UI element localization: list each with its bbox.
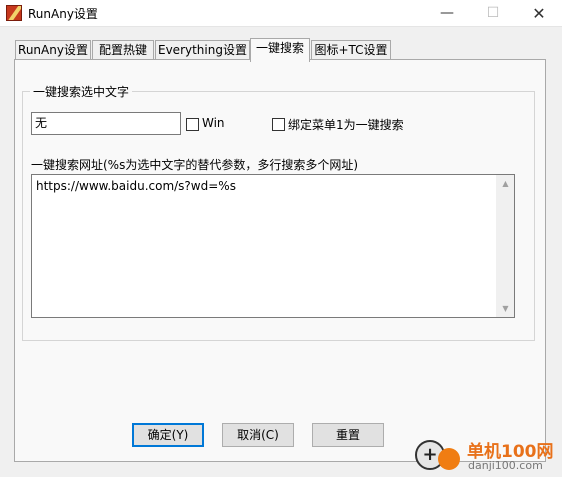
minimize-button[interactable]: — [424, 0, 470, 26]
scroll-down-arrow-icon[interactable]: ▼ [497, 300, 514, 317]
vertical-scrollbar[interactable]: ▲ ▼ [496, 175, 514, 317]
window-title: RunAny设置 [28, 7, 98, 21]
search-url-value: https://www.baidu.com/s?wd=%s [36, 179, 236, 193]
reset-button[interactable]: 重置 [312, 423, 384, 447]
search-url-label: 一键搜索网址(%s为选中文字的替代参数，多行搜索多个网址) [31, 158, 359, 172]
scroll-up-arrow-icon[interactable]: ▲ [497, 175, 514, 192]
close-button[interactable]: ✕ [516, 0, 562, 26]
maximize-button[interactable]: ☐ [470, 0, 516, 26]
win-checkbox[interactable] [186, 118, 199, 131]
cancel-button[interactable]: 取消(C) [222, 423, 294, 447]
tab-icon-tc-settings[interactable]: 图标+TC设置 [311, 40, 391, 60]
win-checkbox-label: Win [202, 116, 225, 130]
watermark: 单机100网 danji100.com [413, 434, 562, 477]
search-url-textarea[interactable]: https://www.baidu.com/s?wd=%s ▲ ▼ [31, 174, 515, 318]
tab-runany-settings[interactable]: RunAny设置 [15, 40, 91, 60]
groupbox-title: 一键搜索选中文字 [30, 83, 133, 100]
tab-hotkey-config[interactable]: 配置热键 [92, 40, 154, 60]
hotkey-input[interactable]: 无 [31, 112, 181, 135]
tab-one-key-search[interactable]: 一键搜索 [250, 38, 310, 62]
runany-app-icon [6, 5, 22, 21]
watermark-dot-icon [438, 448, 460, 470]
bind-menu-checkbox-label: 绑定菜单1为一键搜索 [288, 118, 404, 132]
tab-everything-settings[interactable]: Everything设置 [155, 40, 250, 60]
ok-button[interactable]: 确定(Y) [132, 423, 204, 447]
watermark-url: danji100.com [468, 459, 543, 472]
bind-menu-checkbox[interactable] [272, 118, 285, 131]
title-bar: RunAny设置 — ☐ ✕ [0, 0, 562, 27]
